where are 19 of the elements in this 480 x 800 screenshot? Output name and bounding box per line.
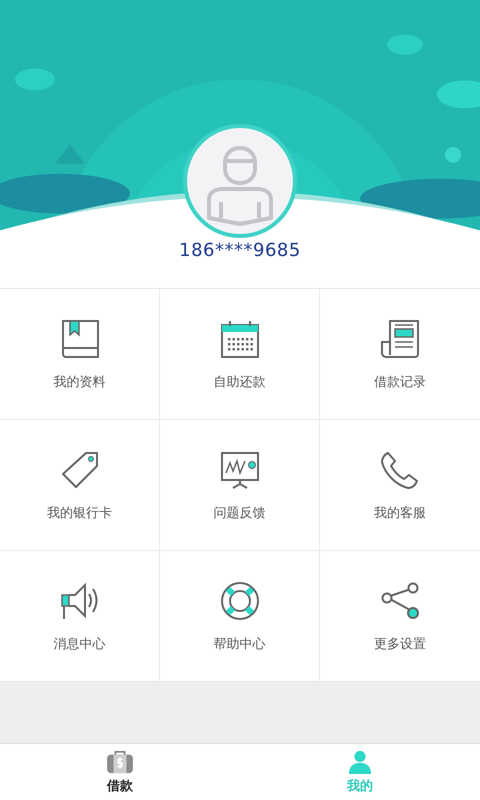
menu-item[interactable]: 消息中心 [0,551,160,682]
tag-icon [60,450,100,490]
person-icon [346,750,374,774]
book-icon [60,319,100,359]
calendar-icon [220,319,260,359]
megaphone-icon [60,581,100,621]
menu-item[interactable]: 问题反馈 [160,420,320,551]
menu-item[interactable]: 自助还款 [160,289,320,420]
menu-item[interactable]: 我的银行卡 [0,420,160,551]
lifebuoy-icon [220,581,260,621]
phone-icon [380,450,420,490]
menu-item[interactable]: 我的资料 [0,289,160,420]
wallet-icon [106,750,134,774]
newspaper-icon [380,319,420,359]
avatar-icon[interactable] [187,128,293,234]
share-icon [380,581,420,621]
phone-number: 186****9685 [179,240,301,261]
menu-item[interactable]: 帮助中心 [160,551,320,682]
chart-board-icon [220,450,260,490]
